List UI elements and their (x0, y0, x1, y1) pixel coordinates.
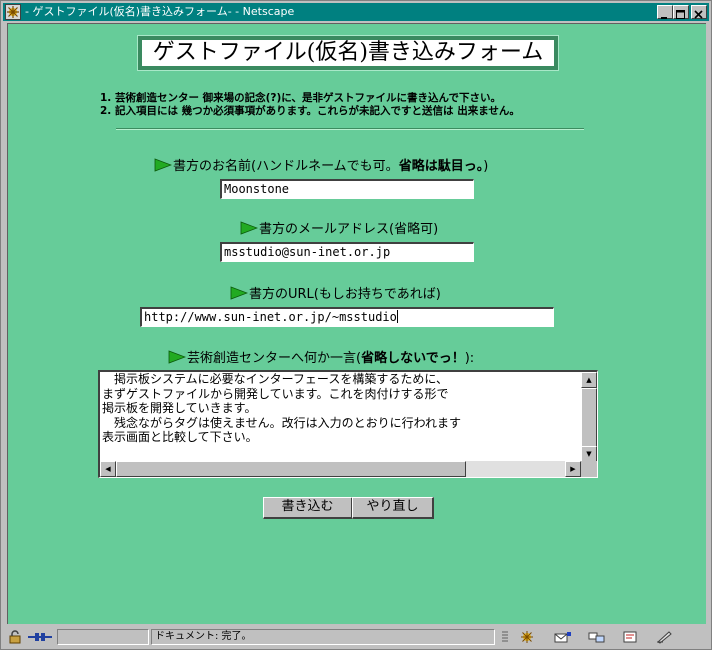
reset-button[interactable]: やり直し (352, 497, 434, 519)
comment-text[interactable]: 掲示板システムに必要なインターフェースを構築するために、 まずゲストファイルから… (102, 372, 582, 462)
green-arrow-icon (230, 286, 248, 300)
comment-label: 芸術創造センターへ何か一言(省略しないでっ！): (168, 350, 474, 367)
comment-label-bold: 省略しないでっ！ (361, 351, 465, 366)
submit-button[interactable]: 書き込む (263, 497, 353, 519)
title-bar[interactable]: - ゲストファイル(仮名)書き込みフォーム- - Netscape (3, 3, 709, 21)
scroll-left-button[interactable]: ◀ (100, 461, 116, 477)
instructions-list: 1. 芸術創造センター 御来場の記念(?)に、是非ゲストファイルに書き込んで下さ… (100, 92, 520, 118)
text-caret (396, 310, 398, 323)
name-label-text: 書方のお名前(ハンドルネームでも可。 (173, 159, 399, 174)
instruction-item: 2. 記入項目には 幾つか必須事項があります。これらが未記入ですと送信は 出来ま… (100, 105, 520, 117)
comment-label-text: 芸術創造センターへ何か一言( (187, 351, 362, 366)
name-label-bold: 省略は駄目っ。 (398, 159, 484, 174)
horizontal-scrollbar[interactable]: ◀ ▶ (100, 461, 581, 477)
vertical-scrollbar[interactable]: ▲ ▼ (581, 372, 597, 462)
url-label: 書方のURL(もしお持ちであれば) (230, 286, 441, 303)
vertical-scroll-thumb[interactable] (581, 388, 597, 450)
name-label: 書方のお名前(ハンドルネームでも可。省略は駄目っ。) (154, 158, 488, 175)
name-label-end: ) (483, 159, 489, 174)
discussion-icon[interactable] (587, 630, 607, 644)
instruction-item: 1. 芸術創造センター 御来場の記念(?)に、是非ゲストファイルに書き込んで下さ… (100, 92, 501, 104)
scroll-down-button[interactable]: ▼ (581, 446, 597, 462)
comment-textarea[interactable]: 掲示板システムに必要なインターフェースを構築するために、 まずゲストファイルから… (98, 370, 598, 478)
connection-icon[interactable] (27, 630, 53, 644)
status-bar: ドキュメント: 完了。 (3, 627, 709, 647)
green-arrow-icon (154, 158, 172, 172)
url-input[interactable]: http://www.sun-inet.or.jp/~msstudio (140, 307, 554, 327)
green-arrow-icon (168, 350, 186, 364)
netscape-icon[interactable] (519, 630, 535, 644)
maximize-icon (676, 10, 685, 19)
window-title: - ゲストファイル(仮名)書き込みフォーム- - Netscape (25, 5, 295, 18)
horizontal-scroll-thumb[interactable] (116, 461, 466, 477)
close-button[interactable] (691, 5, 707, 19)
maximize-button[interactable] (673, 5, 689, 19)
email-label: 書方のメールアドレス(省略可) (240, 221, 438, 238)
scroll-right-button[interactable]: ▶ (565, 461, 581, 477)
page-content: ゲストファイル(仮名)書き込みフォーム 1. 芸術創造センター 御来場の記念(?… (7, 23, 706, 624)
name-input[interactable]: Moonstone (220, 179, 474, 199)
browser-window: - ゲストファイル(仮名)書き込みフォーム- - Netscape ゲストファイ… (0, 0, 712, 650)
mail-icon[interactable] (553, 630, 573, 644)
scroll-corner (581, 461, 597, 477)
divider (116, 128, 584, 130)
url-input-value: http://www.sun-inet.or.jp/~msstudio (144, 310, 397, 324)
email-input[interactable]: msstudio@sun-inet.or.jp (220, 242, 474, 262)
progress-box (57, 629, 149, 645)
close-icon (694, 10, 703, 19)
composer-icon[interactable] (621, 630, 641, 644)
bookmark-icon[interactable] (655, 630, 675, 644)
scroll-up-button[interactable]: ▲ (581, 372, 597, 388)
url-label-text: 書方のURL(もしお持ちであれば) (249, 287, 441, 302)
status-message: ドキュメント: 完了。 (151, 629, 495, 645)
minimize-icon (661, 17, 667, 19)
lock-icon[interactable] (7, 630, 23, 644)
green-arrow-icon (240, 221, 258, 235)
email-label-text: 書方のメールアドレス(省略可) (259, 222, 439, 237)
minimize-button[interactable] (657, 5, 673, 19)
page-title: ゲストファイル(仮名)書き込みフォーム (137, 35, 559, 71)
comment-label-end: ): (464, 351, 475, 366)
grip-icon (502, 631, 508, 642)
app-icon[interactable] (5, 4, 21, 20)
